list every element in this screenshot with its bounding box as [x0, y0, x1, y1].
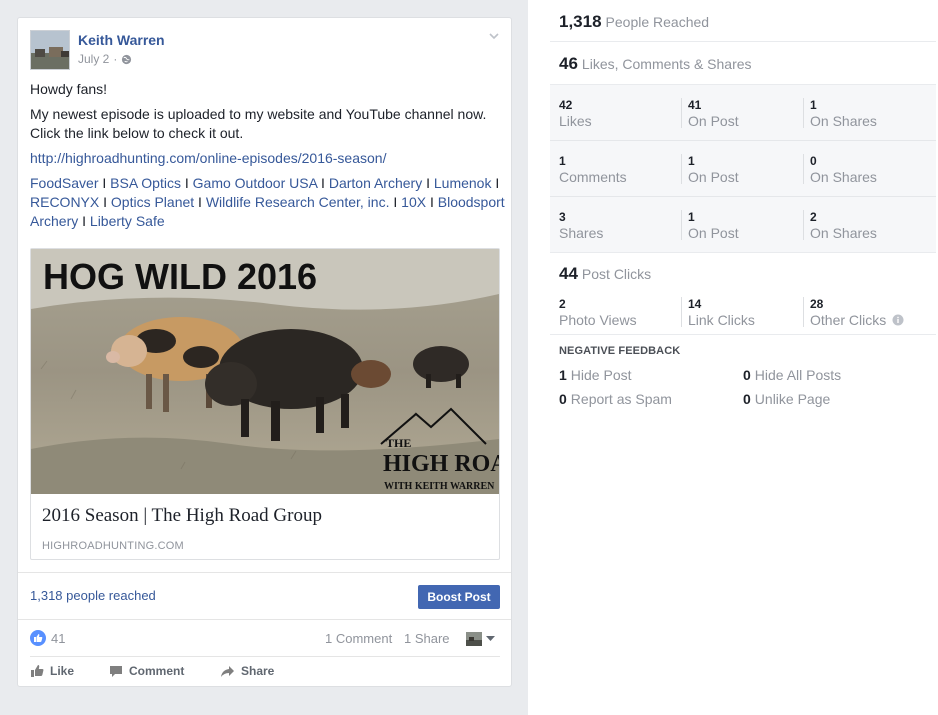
attachment-title[interactable]: 2016 Season | The High Road Group: [42, 505, 322, 527]
divider: [550, 252, 936, 253]
share-count[interactable]: 1 Share: [404, 631, 450, 646]
comment-button[interactable]: Comment: [109, 664, 184, 678]
info-icon[interactable]: [892, 314, 904, 326]
column-separator: [803, 210, 804, 240]
sponsor-link[interactable]: FoodSaver: [30, 175, 98, 191]
post-clicks-stat: 44 Post Clicks: [559, 264, 651, 284]
sponsor-link[interactable]: Liberty Safe: [90, 213, 165, 229]
likes-total: 42 Likes: [559, 98, 592, 129]
divider: [550, 140, 936, 141]
image-headline: HOG WILD 2016: [43, 256, 317, 297]
post-date[interactable]: July 2: [78, 52, 109, 66]
shares-total: 3 Shares: [559, 210, 604, 241]
engagement-stat: 46 Likes, Comments & Shares: [559, 54, 752, 74]
column-separator: [681, 210, 682, 240]
sponsor-link[interactable]: Optics Planet: [111, 194, 194, 210]
likes-on-shares: 1 On Shares: [810, 98, 877, 129]
people-reached-value: 1,318: [559, 12, 602, 31]
divider: [18, 572, 511, 573]
like-count[interactable]: 41: [51, 631, 65, 646]
sponsor-link[interactable]: BSA Optics: [110, 175, 181, 191]
post-meta: July 2 ·: [78, 52, 132, 66]
column-separator: [803, 297, 804, 327]
people-reached-link[interactable]: 1,318 people reached: [30, 588, 156, 603]
comment-count[interactable]: 1 Comment: [325, 631, 392, 646]
hide-post-stat: 1 Hide Post: [559, 367, 632, 383]
boost-post-button[interactable]: Boost Post: [418, 585, 500, 609]
likes-on-post: 41 On Post: [688, 98, 739, 129]
post-greeting: Howdy fans!: [30, 81, 108, 97]
shares-on-post: 1 On Post: [688, 210, 739, 241]
viewer-selector[interactable]: [466, 632, 495, 646]
post-clicks-value: 44: [559, 264, 578, 283]
hide-all-posts-stat: 0 Hide All Posts: [743, 367, 842, 383]
caret-down-icon: [486, 636, 495, 641]
sponsor-link[interactable]: 10X: [401, 194, 426, 210]
column-separator: [681, 297, 682, 327]
share-icon: [221, 665, 234, 677]
divider: [550, 41, 936, 42]
like-badge-icon: [30, 630, 46, 646]
column-separator: [681, 98, 682, 128]
unlike-page-stat: 0 Unlike Page: [743, 391, 831, 407]
comments-total: 1 Comments: [559, 154, 627, 185]
photo-views: 2 Photo Views: [559, 297, 637, 328]
sponsor-link[interactable]: Wildlife Research Center, inc.: [206, 194, 390, 210]
sponsor-link[interactable]: Darton Archery: [329, 175, 422, 191]
column-separator: [803, 154, 804, 184]
reactions-row: 41 1 Comment 1 Share: [30, 630, 500, 650]
sponsor-list: FoodSaver I BSA Optics I Gamo Outdoor US…: [30, 175, 505, 229]
svg-text:HIGH ROAD: HIGH ROAD: [383, 451, 499, 477]
link-attachment[interactable]: HOG WILD 2016 THE HIGH ROAD WITH KEITH W…: [30, 248, 500, 560]
negative-feedback-title: NEGATIVE FEEDBACK: [559, 345, 681, 357]
globe-icon: [122, 54, 132, 64]
chevron-down-icon[interactable]: [488, 30, 500, 42]
divider: [18, 619, 511, 620]
divider: [550, 334, 936, 335]
like-label: Like: [50, 664, 75, 678]
divider: [550, 84, 936, 85]
people-reached-label: People Reached: [605, 14, 710, 30]
share-label: Share: [241, 664, 275, 678]
post-clicks-label: Post Clicks: [581, 266, 652, 282]
post-body: My newest episode is uploaded to my webs…: [30, 106, 487, 141]
sponsor-link[interactable]: Gamo Outdoor USA: [193, 175, 318, 191]
author-avatar[interactable]: [30, 30, 70, 70]
column-separator: [803, 98, 804, 128]
like-button[interactable]: Like: [30, 664, 74, 678]
shares-on-shares: 2 On Shares: [810, 210, 877, 241]
meta-separator: ·: [113, 52, 118, 66]
sponsor-link[interactable]: Lumenok: [434, 175, 492, 191]
other-clicks: 28 Other Clicks: [810, 296, 904, 328]
column-separator: [681, 154, 682, 184]
share-button[interactable]: Share: [220, 664, 274, 678]
attachment-image[interactable]: HOG WILD 2016 THE HIGH ROAD WITH KEITH W…: [31, 249, 499, 494]
post-header: Keith Warren July 2 ·: [30, 30, 500, 74]
sponsor-link[interactable]: RECONYX: [30, 194, 99, 210]
comment-label: Comment: [129, 664, 185, 678]
divider: [30, 656, 500, 657]
post-message: Howdy fans! My newest episode is uploade…: [30, 80, 505, 174]
post-link[interactable]: http://highroadhunting.com/online-episod…: [30, 150, 386, 166]
svg-text:WITH KEITH WARREN: WITH KEITH WARREN: [384, 481, 495, 492]
page-avatar-icon: [466, 632, 482, 646]
link-clicks: 14 Link Clicks: [688, 297, 755, 328]
engagement-label: Likes, Comments & Shares: [581, 56, 752, 72]
divider: [550, 196, 936, 197]
report-spam-stat: 0 Report as Spam: [559, 391, 672, 407]
attachment-domain: HIGHROADHUNTING.COM: [42, 540, 184, 552]
author-name[interactable]: Keith Warren: [78, 32, 165, 48]
comments-on-shares: 0 On Shares: [810, 154, 877, 185]
insights-panel: 1,318 People Reached 46 Likes, Comments & …: [528, 0, 938, 715]
like-icon: [31, 665, 44, 677]
post-card: Keith Warren July 2 · Howdy fans! My new…: [17, 17, 512, 687]
engagement-value: 46: [559, 54, 578, 73]
svg-text:THE: THE: [386, 436, 411, 450]
people-reached-stat: 1,318 People Reached: [559, 12, 709, 32]
comments-on-post: 1 On Post: [688, 154, 739, 185]
comment-icon: [110, 665, 122, 677]
